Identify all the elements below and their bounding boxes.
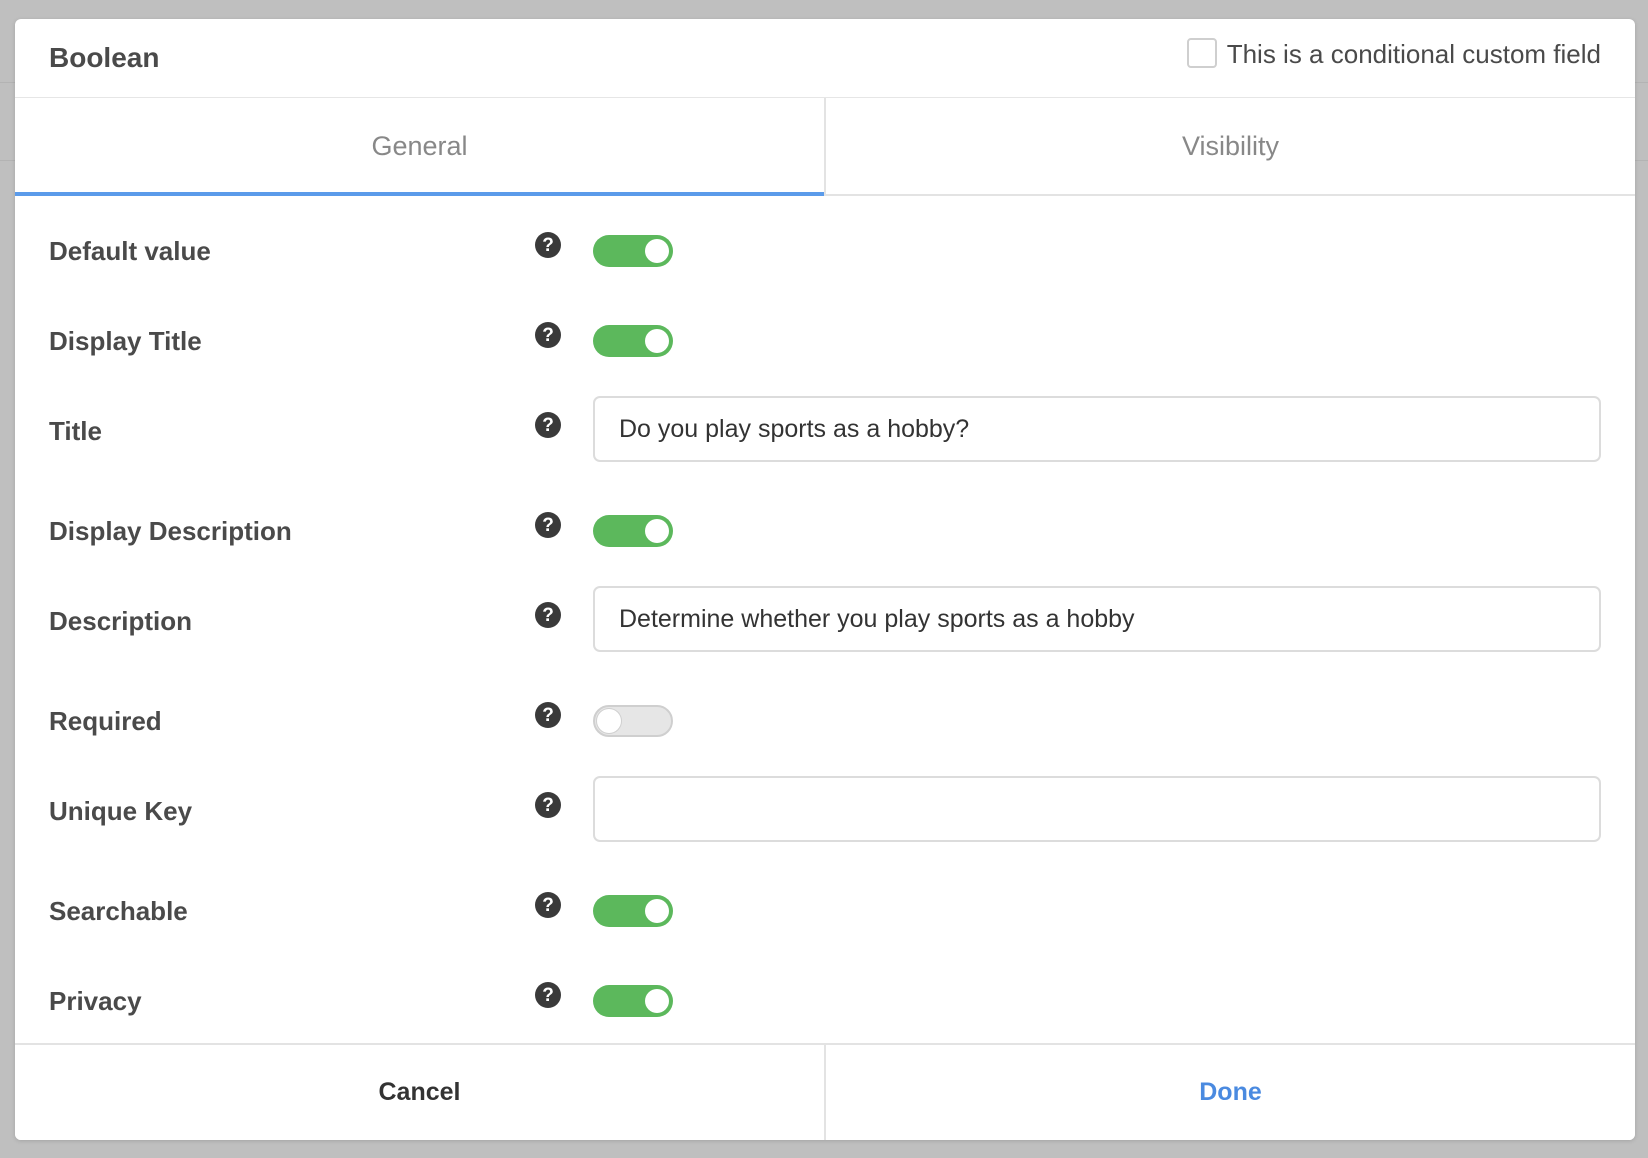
required-toggle[interactable] [593, 705, 673, 737]
question-circle-icon[interactable]: ? [535, 322, 561, 348]
display-title-toggle[interactable] [593, 325, 673, 357]
default-value-toggle[interactable] [593, 235, 673, 267]
privacy-label: Privacy [49, 986, 142, 1016]
toggle-knob [645, 329, 669, 353]
toggle-knob [645, 989, 669, 1013]
toggle-knob [645, 239, 669, 263]
question-circle-icon[interactable]: ? [535, 412, 561, 438]
privacy-toggle[interactable] [593, 985, 673, 1017]
display-description-label: Display Description [49, 516, 292, 546]
title-input[interactable] [593, 396, 1601, 462]
conditional-field-label: This is a conditional custom field [1226, 39, 1601, 69]
searchable-toggle[interactable] [593, 895, 673, 927]
tab-bar: General Visibility [15, 98, 1635, 196]
question-circle-icon[interactable]: ? [535, 232, 561, 258]
default-value-label: Default value [49, 236, 211, 266]
question-circle-icon[interactable]: ? [535, 602, 561, 628]
modal-footer: Cancel Done [15, 1043, 1635, 1140]
custom-field-modal: Boolean This is a conditional custom fie… [15, 19, 1635, 1140]
title-label: Title [49, 416, 102, 446]
toggle-knob [645, 899, 669, 923]
question-circle-icon[interactable]: ? [535, 982, 561, 1008]
tab-general[interactable]: General [15, 98, 824, 196]
unique-key-input[interactable] [593, 776, 1601, 842]
conditional-field-checkbox[interactable] [1186, 37, 1217, 68]
toggle-knob [645, 519, 669, 543]
question-circle-icon[interactable]: ? [535, 792, 561, 818]
modal-header: Boolean This is a conditional custom fie… [15, 19, 1635, 98]
description-input[interactable] [593, 586, 1601, 652]
question-circle-icon[interactable]: ? [535, 512, 561, 538]
required-label: Required [49, 706, 162, 736]
display-title-label: Display Title [49, 326, 202, 356]
toggle-knob [597, 709, 621, 733]
modal-title: Boolean [49, 42, 160, 73]
conditional-field-option[interactable]: This is a conditional custom field [1186, 37, 1601, 70]
question-circle-icon[interactable]: ? [535, 892, 561, 918]
done-button[interactable]: Done [824, 1045, 1635, 1140]
tab-visibility[interactable]: Visibility [824, 98, 1635, 194]
cancel-button[interactable]: Cancel [15, 1045, 824, 1140]
question-circle-icon[interactable]: ? [535, 702, 561, 728]
searchable-label: Searchable [49, 896, 188, 926]
unique-key-label: Unique Key [49, 796, 193, 826]
display-description-toggle[interactable] [593, 515, 673, 547]
description-label: Description [49, 606, 193, 636]
